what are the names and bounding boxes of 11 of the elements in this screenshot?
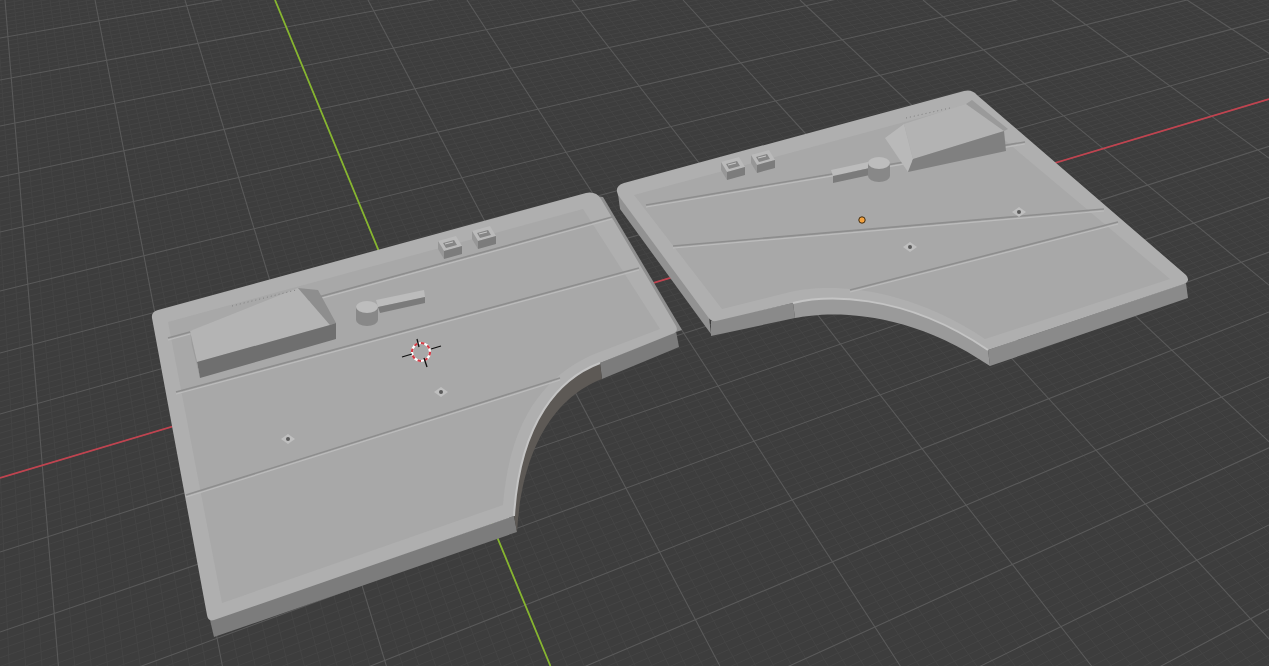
switch-block	[472, 226, 496, 249]
switch-block	[751, 150, 775, 173]
peg-bump	[434, 387, 448, 397]
switch-block	[438, 236, 462, 259]
knob-lever	[831, 157, 890, 183]
peg-bump	[1012, 207, 1026, 217]
knob-lever	[356, 290, 425, 326]
switch-block	[721, 157, 745, 180]
peg-bump	[903, 242, 917, 252]
origin-dot-icon	[858, 216, 866, 224]
peg-bump	[281, 434, 295, 444]
